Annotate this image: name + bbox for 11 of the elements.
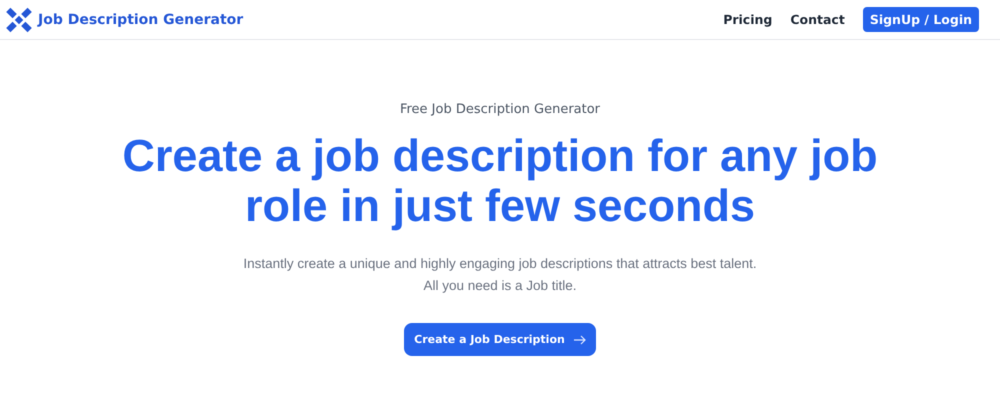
description-text: All you need is a Job title. xyxy=(422,277,578,295)
brand-name[interactable]: Job Description Generator xyxy=(38,12,244,28)
headline: Create a job description for any job role in just few seconds xyxy=(121,131,879,231)
arrow-icon xyxy=(574,334,586,344)
signup-button[interactable]: SignUp / Login xyxy=(862,7,979,32)
nav-link[interactable]: Contact xyxy=(790,12,845,27)
logo-icon xyxy=(6,6,32,32)
eyebrow-text: Free Job Description Generator xyxy=(400,102,600,117)
nav-link[interactable]: Pricing xyxy=(723,12,772,27)
description-text: Instantly create a unique and highly engaging job descriptions that attracts best talent. xyxy=(243,255,757,273)
create-button[interactable]: Create a Job Description xyxy=(404,323,596,356)
